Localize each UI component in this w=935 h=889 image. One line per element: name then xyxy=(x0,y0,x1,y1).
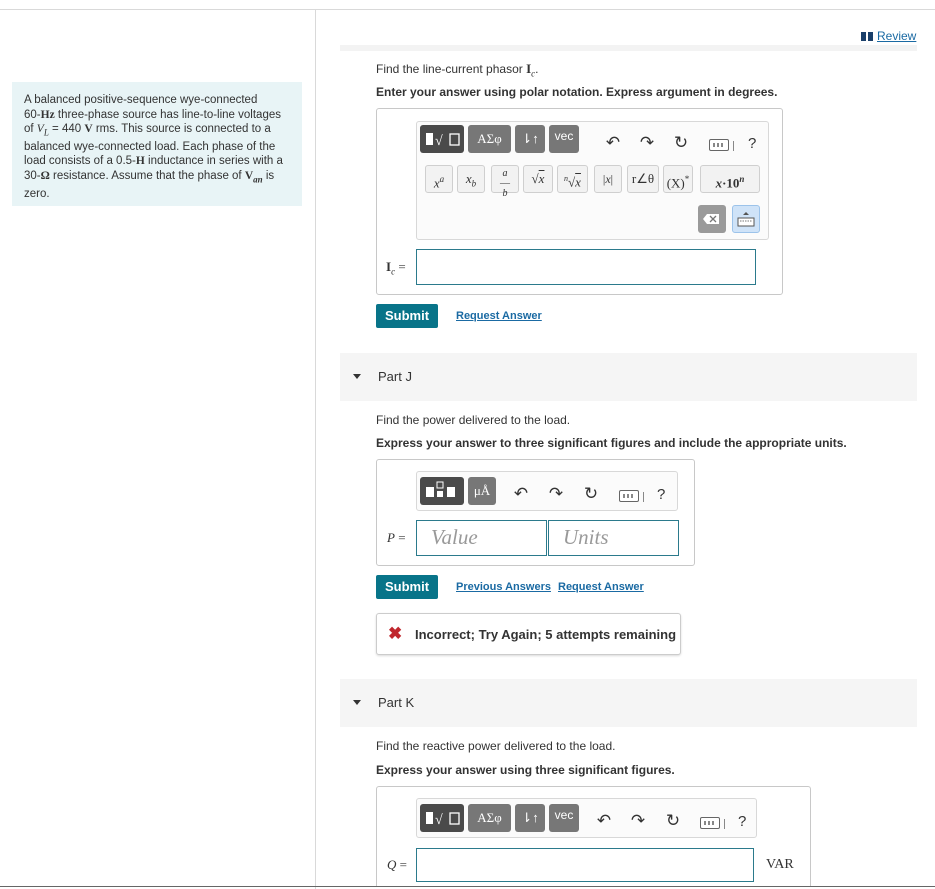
reset-icon[interactable]: ↻ xyxy=(671,133,691,153)
keyboard-icon[interactable] xyxy=(700,817,720,829)
templates-icon: √ xyxy=(426,812,460,828)
problem-statement: A balanced positive-sequence wye-connect… xyxy=(12,82,302,206)
part-i-header-strip xyxy=(340,45,917,51)
part-k-input-label: Q = xyxy=(387,857,407,872)
part-j-feedback: ✖ Incorrect; Try Again; 5 attempts remai… xyxy=(376,613,681,655)
polar-button[interactable]: r∠θ xyxy=(627,165,659,193)
part-j-math-toolbar: μÅ ↶ ↷ ↻ ? xyxy=(416,471,678,511)
keyboard-toggle-button[interactable] xyxy=(732,205,760,233)
arrows-button[interactable]: ⇂↑ xyxy=(515,804,545,832)
part-k-prompt: Find the reactive power delivered to the… xyxy=(376,739,616,753)
part-j-answer-box: μÅ ↶ ↷ ↻ ? P = Value Units xyxy=(376,459,695,566)
part-i-submit-button[interactable]: Submit xyxy=(376,304,438,328)
conjugate-button[interactable]: (X)* xyxy=(663,165,693,193)
undo-icon[interactable]: ↶ xyxy=(603,133,623,153)
part-i-answer-input[interactable] xyxy=(416,249,756,285)
part-i-prompt: Find the line-current phasor Ic. xyxy=(376,61,539,79)
part-j-request-answer-link[interactable]: Request Answer xyxy=(558,581,644,593)
greek-symbols-button[interactable]: ΑΣφ xyxy=(468,804,511,832)
part-k-math-toolbar: √ ΑΣφ ⇂↑ vec ↶ ↷ ↻ ? xyxy=(416,798,757,838)
keyboard-icon[interactable] xyxy=(619,490,639,502)
problem-line: 30-Ω resistance. Assume that the phase o… xyxy=(24,169,275,185)
delete-button[interactable] xyxy=(698,205,726,233)
review-link[interactable]: Review xyxy=(861,29,916,43)
undo-icon[interactable]: ↶ xyxy=(594,811,614,831)
units-button[interactable]: μÅ xyxy=(468,477,496,505)
separator xyxy=(643,492,644,502)
undo-icon[interactable]: ↶ xyxy=(511,484,531,504)
bottom-border xyxy=(0,886,935,887)
vector-button[interactable]: vec xyxy=(549,125,579,153)
part-j-units-input[interactable]: Units xyxy=(548,520,679,556)
help-button[interactable]: ? xyxy=(657,486,665,503)
subscript-button[interactable]: xb xyxy=(457,165,485,193)
problem-line: balanced wye-connected load. Each phase … xyxy=(24,140,276,153)
templates-button[interactable] xyxy=(420,477,464,505)
problem-line: zero. xyxy=(24,187,50,200)
part-j-value-input[interactable]: Value xyxy=(416,520,547,556)
part-k-instruction: Express your answer using three signific… xyxy=(376,763,675,777)
vector-button[interactable]: vec xyxy=(549,804,579,832)
part-i-request-answer-link[interactable]: Request Answer xyxy=(456,310,542,322)
separator xyxy=(733,141,734,151)
keyboard-up-icon xyxy=(737,212,755,227)
backspace-icon xyxy=(703,214,719,224)
nth-root-button[interactable]: n√x xyxy=(557,165,588,193)
superscript-button[interactable]: xa xyxy=(425,165,453,193)
part-i-answer-box: √ ΑΣφ ⇂↑ vec ↶ ↷ ↻ ? xa xb a ― b √x n√x |x… xyxy=(376,108,783,295)
redo-icon[interactable]: ↷ xyxy=(546,484,566,504)
svg-text:√: √ xyxy=(435,134,443,149)
greek-symbols-button[interactable]: ΑΣφ xyxy=(468,125,511,153)
templates-button[interactable]: √ xyxy=(420,804,464,832)
part-k-answer-box: √ ΑΣφ ⇂↑ vec ↶ ↷ ↻ ? Q = VAR xyxy=(376,786,811,886)
part-k-answer-input[interactable] xyxy=(416,848,754,882)
templates-button[interactable]: √ xyxy=(420,125,464,153)
part-j-header[interactable]: Part J xyxy=(340,353,917,401)
problem-line: load consists of a 0.5-H inductance in s… xyxy=(24,155,283,168)
part-j-input-label: P = xyxy=(387,530,406,545)
reset-icon[interactable]: ↻ xyxy=(663,811,683,831)
incorrect-icon: ✖ xyxy=(388,624,403,643)
part-j-submit-button[interactable]: Submit xyxy=(376,575,438,599)
help-button[interactable]: ? xyxy=(748,135,756,152)
fraction-button[interactable]: a ― b xyxy=(491,165,519,199)
part-j-instruction: Express your answer to three significant… xyxy=(376,436,847,450)
part-k-unit-label: VAR xyxy=(766,857,794,872)
part-k-header[interactable]: Part K xyxy=(340,679,917,727)
sqrt-button[interactable]: √x xyxy=(523,165,553,193)
part-i-instruction: Enter your answer using polar notation. … xyxy=(376,85,778,99)
separator xyxy=(724,819,725,829)
redo-icon[interactable]: ↷ xyxy=(637,133,657,153)
collapse-icon xyxy=(353,700,361,705)
keyboard-icon[interactable] xyxy=(709,139,729,151)
column-divider xyxy=(315,10,316,889)
part-j-previous-answers-link[interactable]: Previous Answers xyxy=(456,581,551,593)
scientific-notation-button[interactable]: x·10n xyxy=(700,165,760,193)
part-j-prompt: Find the power delivered to the load. xyxy=(376,413,571,427)
problem-line: of VL = 440 V rms. This source is connec… xyxy=(24,123,271,138)
problem-line: 60-Hz three-phase source has line-to-lin… xyxy=(24,108,281,121)
arrows-button[interactable]: ⇂↑ xyxy=(515,125,545,153)
templates-icon: √ xyxy=(426,133,460,149)
templates-icon xyxy=(426,481,455,497)
part-k-title: Part K xyxy=(378,695,415,710)
book-icon xyxy=(861,32,873,41)
top-border xyxy=(0,9,935,10)
feedback-message: Incorrect; Try Again; 5 attempts remaini… xyxy=(415,627,677,642)
help-button[interactable]: ? xyxy=(738,813,746,830)
collapse-icon xyxy=(353,374,361,379)
part-i-input-label: Ic = xyxy=(386,259,406,277)
svg-text:√: √ xyxy=(435,813,443,828)
redo-icon[interactable]: ↷ xyxy=(628,811,648,831)
part-i-math-toolbar: √ ΑΣφ ⇂↑ vec ↶ ↷ ↻ ? xa xb a ― b √x n√x |x… xyxy=(416,121,769,240)
problem-line: A balanced positive-sequence wye-connect… xyxy=(24,94,258,106)
reset-icon[interactable]: ↻ xyxy=(581,484,601,504)
absolute-value-button[interactable]: |x| xyxy=(594,165,622,193)
part-j-title: Part J xyxy=(378,369,412,384)
